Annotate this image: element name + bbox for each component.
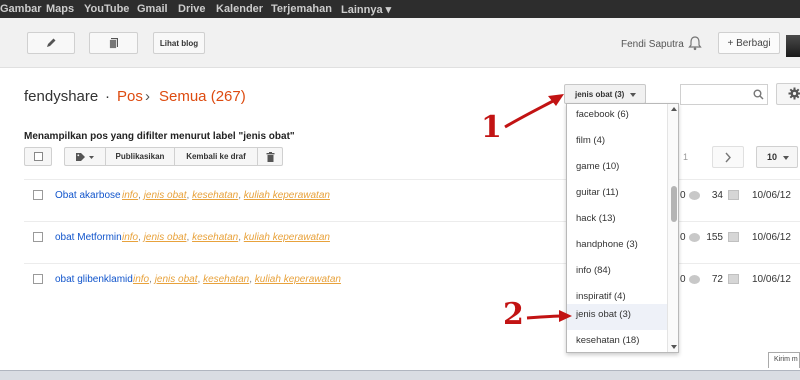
- annotation-arrow-1: [504, 98, 556, 129]
- annotation-arrowhead-2: [559, 310, 572, 322]
- annotation-number-2: 2: [503, 297, 524, 332]
- chat-tab[interactable]: Kirim m: [768, 352, 800, 368]
- annotation-number-1: 1: [481, 110, 502, 145]
- annotation-arrows: [504, 94, 572, 322]
- bottom-bar: [0, 370, 800, 380]
- annotation-arrowhead-1: [548, 94, 564, 106]
- annotation-arrow-2: [526, 314, 564, 320]
